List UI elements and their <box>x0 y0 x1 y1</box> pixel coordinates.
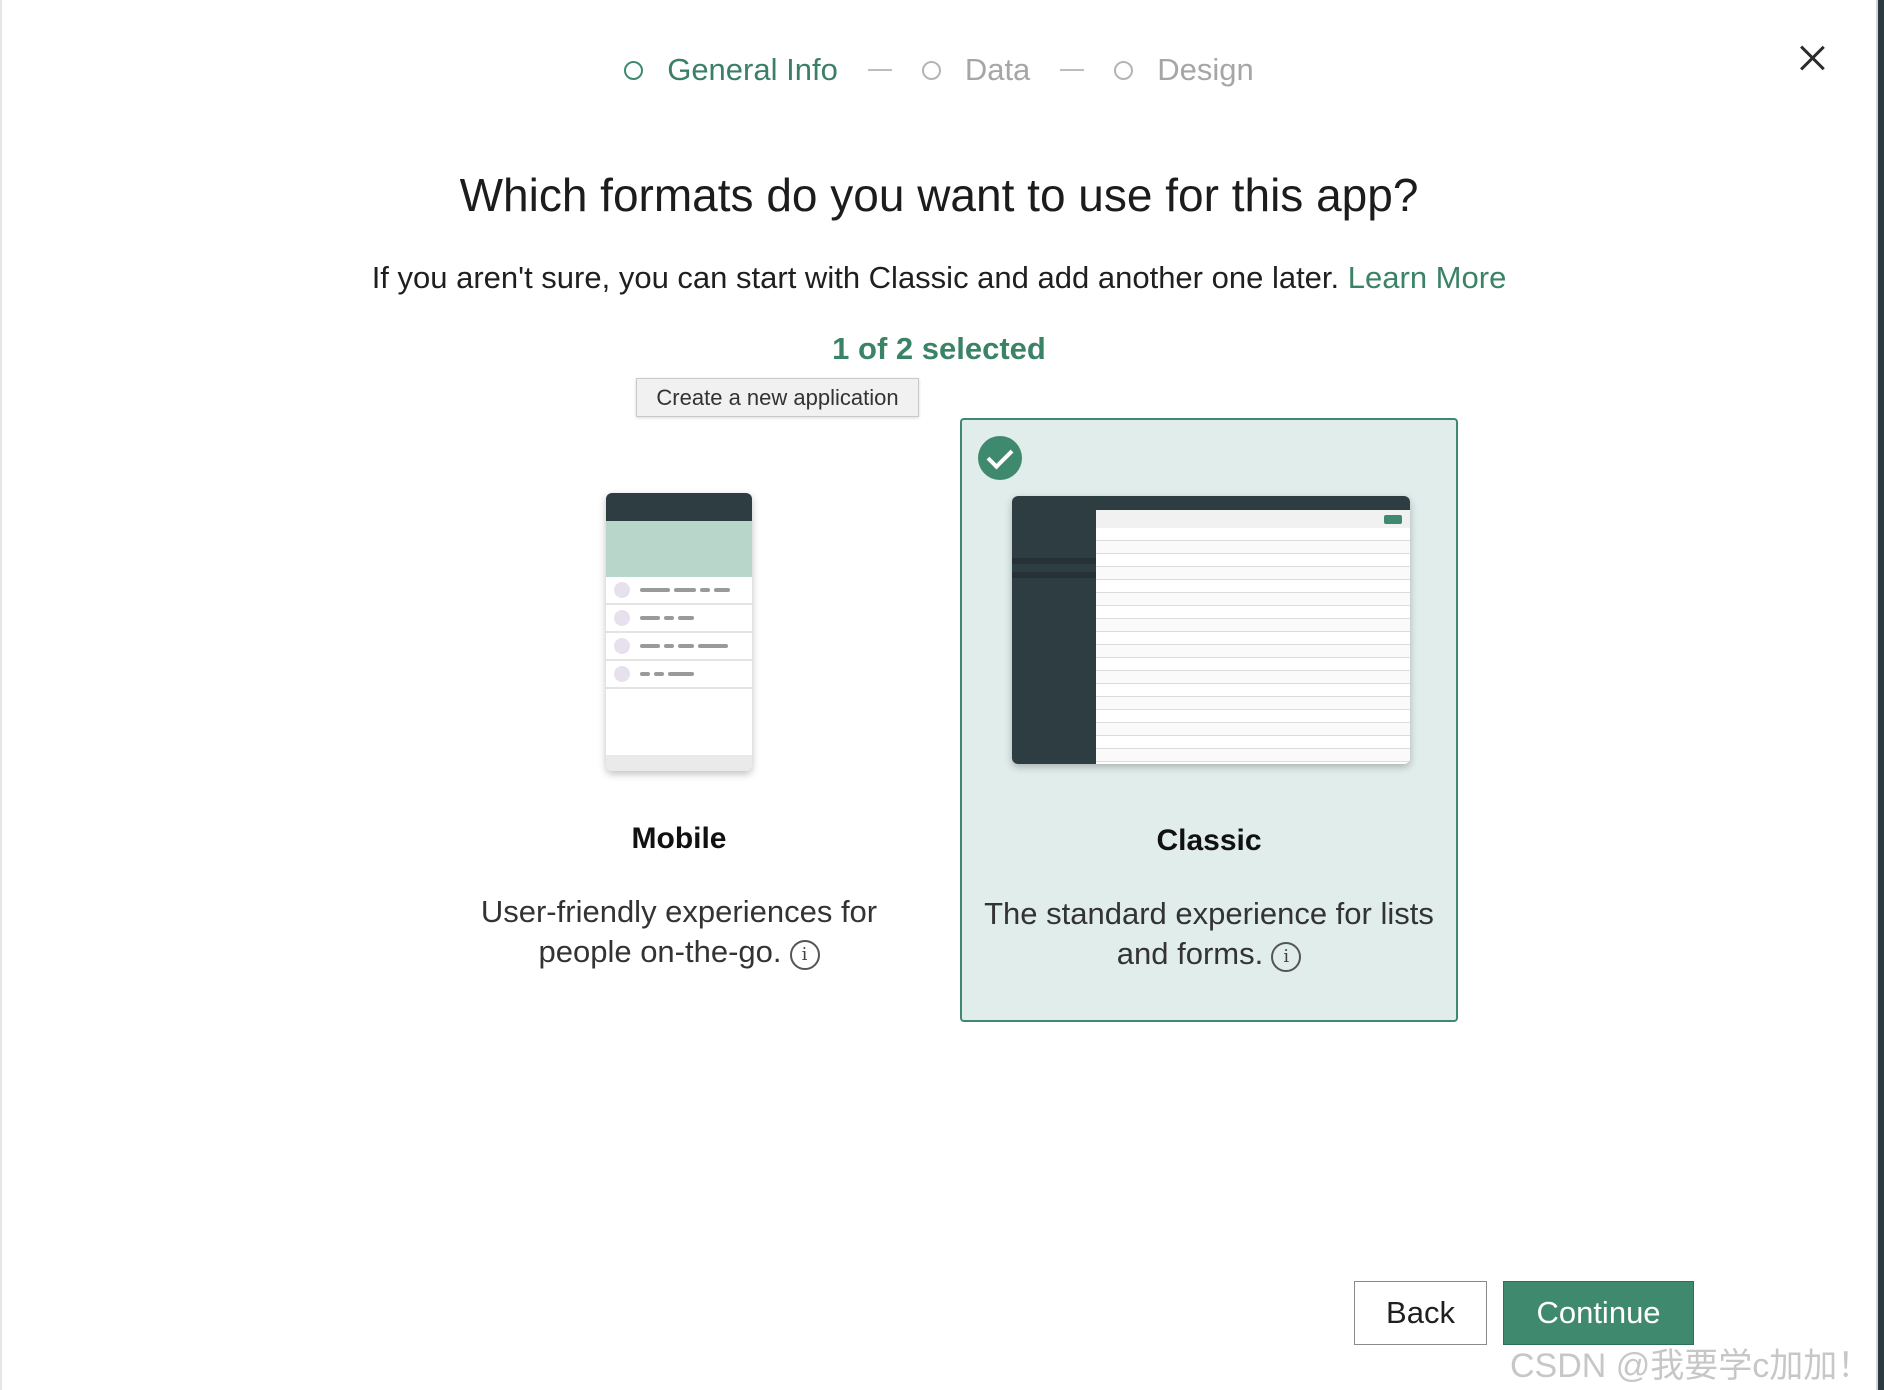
step-divider <box>867 69 892 71</box>
step-general-info: General Info <box>624 52 838 88</box>
step-label: General Info <box>667 52 838 87</box>
wizard-stepper: General Info Data Design <box>2 52 1876 88</box>
step-data: Data <box>921 52 1031 88</box>
step-indicator-icon <box>1114 60 1134 80</box>
info-icon[interactable]: i <box>1271 942 1302 972</box>
step-label: Data <box>964 52 1031 87</box>
info-icon[interactable]: i <box>789 940 820 970</box>
classic-preview-image <box>1012 496 1410 764</box>
card-title: Classic <box>1156 824 1262 857</box>
format-card-mobile[interactable]: Mobile User-friendly experiences for peo… <box>430 418 928 1022</box>
card-description-text: The standard experience for lists and fo… <box>984 896 1434 971</box>
tooltip: Create a new application <box>636 378 919 417</box>
continue-button[interactable]: Continue <box>1503 1281 1694 1345</box>
back-button[interactable]: Back <box>1354 1281 1487 1345</box>
step-label: Design <box>1157 52 1254 87</box>
format-card-classic[interactable]: Classic The standard experience for list… <box>960 418 1458 1022</box>
learn-more-link[interactable]: Learn More <box>1348 260 1507 295</box>
step-indicator-icon <box>921 60 941 80</box>
close-icon[interactable] <box>1798 44 1826 72</box>
page-title: Which formats do you want to use for thi… <box>459 169 1419 221</box>
card-description: The standard experience for lists and fo… <box>982 894 1436 974</box>
subtitle-text: If you aren't sure, you can start with C… <box>371 260 1340 295</box>
format-dialog: General Info Data Design Which formats d… <box>0 0 1876 1390</box>
step-design: Design <box>1114 52 1254 88</box>
mobile-preview-image <box>606 493 752 771</box>
card-description: User-friendly experiences for people on-… <box>450 892 908 972</box>
background-edge <box>1876 0 1884 1390</box>
watermark: CSDN @我要学c加加！ <box>1510 1347 1872 1385</box>
selection-count: 1 of 2 selected <box>832 331 1046 366</box>
step-divider <box>1060 69 1085 71</box>
card-title: Mobile <box>631 822 727 855</box>
subtitle: If you aren't sure, you can start with C… <box>2 260 1876 296</box>
check-circle-icon <box>978 436 1022 480</box>
step-indicator-icon <box>624 60 644 80</box>
